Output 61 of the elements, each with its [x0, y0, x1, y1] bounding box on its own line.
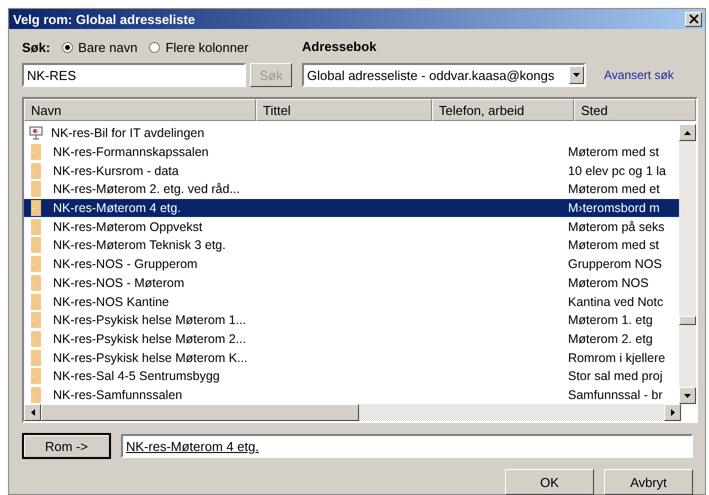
ok-button[interactable]: OK: [505, 469, 594, 495]
column-header[interactable]: Telefon, arbeid: [432, 99, 574, 121]
close-button[interactable]: [685, 12, 702, 26]
scroll-down-button[interactable]: [679, 387, 696, 404]
room-field[interactable]: NK-res-Møterom 4 etg.: [121, 434, 693, 458]
horizontal-scrollbar[interactable]: [24, 404, 681, 422]
radio-option[interactable]: Flere kolonner: [149, 40, 249, 54]
list-row[interactable]: NK-res-Bil for IT avdelingen: [24, 124, 679, 143]
scroll-left-button[interactable]: [24, 404, 41, 422]
list-row[interactable]: NK-res-Formannskapssalen Møterom med st: [24, 142, 679, 162]
list-row[interactable]: NK-res-Møterom 4 etg. M›teromsbord m: [24, 198, 679, 218]
scroll-thumb[interactable]: [679, 316, 696, 325]
list-row[interactable]: NK-res-Kursrom - data 10 elev pc og 1 la: [24, 161, 679, 180]
scroll-right-button[interactable]: [664, 404, 681, 422]
left-arrow-icon: [30, 409, 34, 416]
list-row[interactable]: NK-res-Møterom 2. etg. ved råd... Møterom med et: [24, 180, 679, 199]
room-icon: [31, 294, 41, 310]
scroll-up-button[interactable]: [679, 124, 696, 141]
room-icon: [31, 386, 41, 403]
room-icon: [31, 312, 41, 328]
list-row[interactable]: NK-res-NOS - Grupperom Grupperom NOS: [24, 254, 679, 274]
room-button[interactable]: Rom ->: [22, 433, 111, 460]
room-icon: [31, 144, 41, 160]
list-row[interactable]: NK-res-Psykisk helse Møterom 2... Møterom 2. etg: [24, 330, 679, 348]
list-row[interactable]: NK-res-Møterom Teknisk 3 etg. Møterom med st: [24, 236, 679, 255]
list-row[interactable]: NK-res-Psykisk helse Møterom K... Romrom i kjellere: [24, 348, 679, 367]
list-row[interactable]: NK-res-NOS - Møterom Møterom NOS: [24, 274, 679, 292]
window-title: Velg rom: Global adresseliste: [13, 12, 196, 26]
room-icon: [31, 237, 41, 254]
room-icon: [31, 256, 41, 272]
scroll-thumb[interactable]: [41, 404, 359, 422]
addressbook-label: Adressebok: [302, 38, 378, 56]
column-header[interactable]: Navn: [24, 99, 256, 121]
vertical-scrollbar[interactable]: [679, 124, 696, 404]
search-field[interactable]: NK-RES: [22, 63, 246, 87]
right-arrow-icon: [670, 409, 674, 416]
room-icon: [31, 330, 41, 347]
column-header[interactable]: Tittel: [256, 99, 432, 121]
room-icon: [31, 200, 41, 216]
addressbook-dropdown[interactable]: Global adresseliste - oddvar.kaasa@kongs: [302, 63, 586, 87]
list-row[interactable]: NK-res-Psykisk helse Møterom 1... Møterom 1. etg: [24, 310, 679, 330]
radio-option[interactable]: Bare navn: [62, 40, 138, 54]
room-icon: [31, 162, 41, 179]
room-icon: [31, 218, 41, 235]
search-label: Søk:: [22, 40, 50, 54]
room-icon: [31, 181, 41, 198]
list-row[interactable]: NK-res-NOS Kantine Kantina ved Notc: [24, 292, 679, 311]
up-arrow-icon: [684, 130, 691, 134]
caret-icon: [573, 73, 580, 77]
cancel-button[interactable]: Avbryt: [604, 469, 693, 495]
room-icon: [31, 274, 41, 291]
advanced-search-link[interactable]: Avansert søk: [604, 68, 674, 82]
room-icon: [31, 368, 41, 384]
projector-icon: [29, 126, 43, 140]
list-row[interactable]: NK-res-Samfunnssalen Samfunnssal - br: [24, 386, 679, 404]
down-arrow-icon: [684, 394, 691, 398]
list-row[interactable]: NK-res-Møterom Oppvekst Møterom på seks: [24, 217, 679, 236]
list-row[interactable]: NK-res-Sal 4-5 Sentrumsbygg Stor sal med proj: [24, 366, 679, 386]
close-icon: [688, 14, 698, 24]
column-header[interactable]: Sted: [574, 99, 696, 121]
room-icon: [31, 350, 41, 366]
